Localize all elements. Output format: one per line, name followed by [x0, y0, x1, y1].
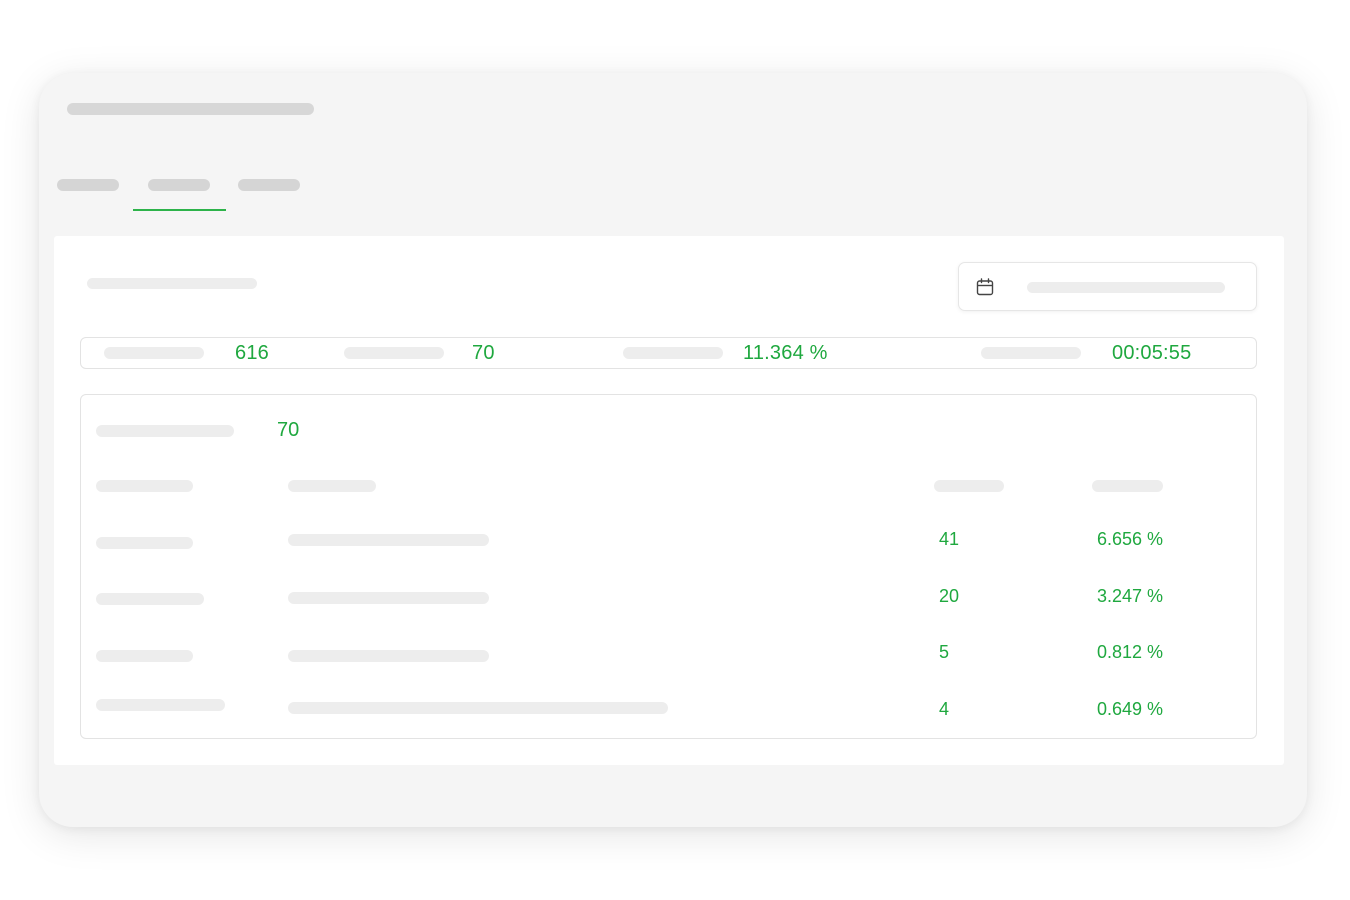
row-3-count: 5	[939, 642, 950, 662]
calendar-icon	[976, 278, 994, 296]
active-tab-indicator	[133, 209, 226, 211]
row-4-count: 4	[939, 699, 950, 719]
column-header-4[interactable]	[1092, 480, 1163, 492]
tab-1-label-placeholder	[57, 179, 119, 191]
stat-2-label-placeholder	[344, 347, 444, 359]
row-1-percent: 6.656 %	[1097, 529, 1164, 549]
row-4-percent: 0.649 %	[1097, 699, 1164, 719]
tab-3-label-placeholder	[238, 179, 300, 191]
row-4-col-2-placeholder	[288, 702, 668, 714]
row-3-col-2-placeholder	[288, 650, 489, 662]
column-header-2[interactable]	[288, 480, 376, 492]
date-range-value-placeholder	[1027, 282, 1225, 293]
row-4-col-1-placeholder	[96, 699, 225, 711]
row-3-col-1-placeholder	[96, 650, 193, 662]
row-1-count: 41	[939, 529, 960, 549]
column-header-1[interactable]	[96, 480, 193, 492]
stats-summary-row: 616 70 11.364 % 00:05:55	[80, 337, 1257, 369]
table-total-label-placeholder	[96, 425, 234, 437]
row-1-col-2-placeholder	[288, 534, 489, 546]
column-header-3[interactable]	[934, 480, 1004, 492]
row-3-percent: 0.812 %	[1097, 642, 1164, 662]
panel-title-placeholder	[87, 278, 257, 289]
stat-4-value: 00:05:55	[1112, 342, 1192, 364]
table-total-value: 70	[277, 419, 300, 441]
row-2-count: 20	[939, 586, 960, 606]
stat-2-value: 70	[472, 342, 495, 364]
row-2-col-1-placeholder	[96, 593, 204, 605]
row-2-col-2-placeholder	[288, 592, 489, 604]
stat-4-label-placeholder	[981, 347, 1081, 359]
data-table-card: 70 41 6.656 % 20 3.247 % 5 0.812 % 4 0.6…	[80, 394, 1257, 739]
content-panel: 616 70 11.364 % 00:05:55 70 41 6.656 % 2…	[54, 236, 1284, 765]
stat-1-label-placeholder	[104, 347, 204, 359]
stat-3-label-placeholder	[623, 347, 723, 359]
page-title-placeholder	[67, 103, 314, 115]
stat-1-value: 616	[235, 342, 269, 364]
row-2-percent: 3.247 %	[1097, 586, 1164, 606]
tab-2-active[interactable]	[133, 173, 227, 211]
tab-2-label-placeholder	[148, 179, 210, 191]
date-range-picker[interactable]	[958, 262, 1257, 311]
tab-3[interactable]	[238, 173, 332, 211]
app-window: 616 70 11.364 % 00:05:55 70 41 6.656 % 2…	[39, 73, 1307, 827]
row-1-col-1-placeholder	[96, 537, 193, 549]
stat-3-value: 11.364 %	[743, 342, 828, 364]
